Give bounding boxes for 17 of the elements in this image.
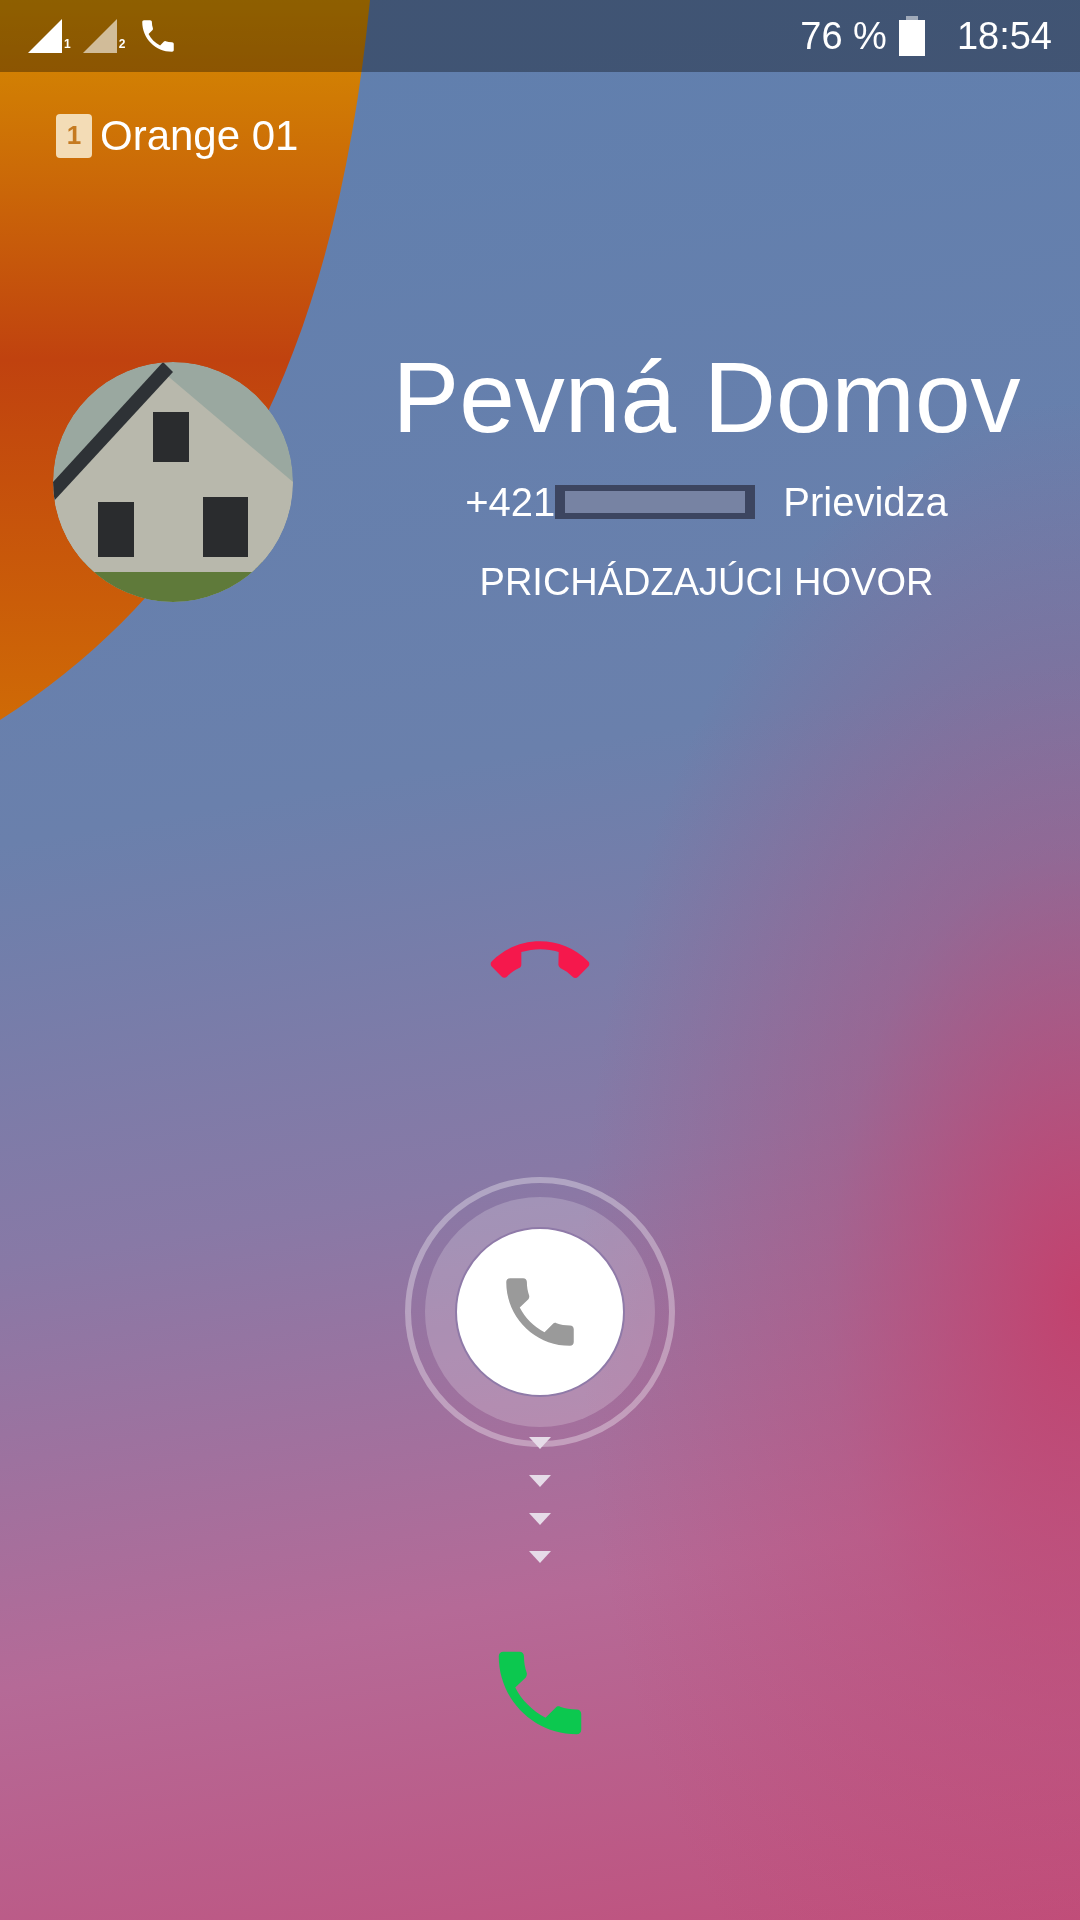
chevron-down-icon	[529, 1513, 551, 1525]
sim-number: 1	[64, 36, 71, 53]
caller-location: Prievidza	[783, 479, 948, 526]
signal-icon	[28, 19, 62, 53]
battery-percent: 76 %	[800, 13, 887, 59]
chevron-down-icon	[529, 1475, 551, 1487]
caller-name: Pevná Domov	[392, 342, 1021, 452]
chevron-down-icon	[529, 1437, 551, 1449]
call-status: PRICHÁDZAJÚCI HOVOR	[479, 560, 934, 605]
signal-icon	[82, 19, 117, 53]
phone-number: +421	[465, 479, 556, 526]
chevron-down-icon	[529, 1551, 551, 1563]
sim-number: 2	[118, 36, 126, 53]
sim-slot-icon: 1	[56, 113, 92, 158]
carrier-label: Orange 01	[100, 111, 299, 161]
battery-icon	[898, 16, 925, 56]
clock: 18:54	[956, 13, 1052, 59]
